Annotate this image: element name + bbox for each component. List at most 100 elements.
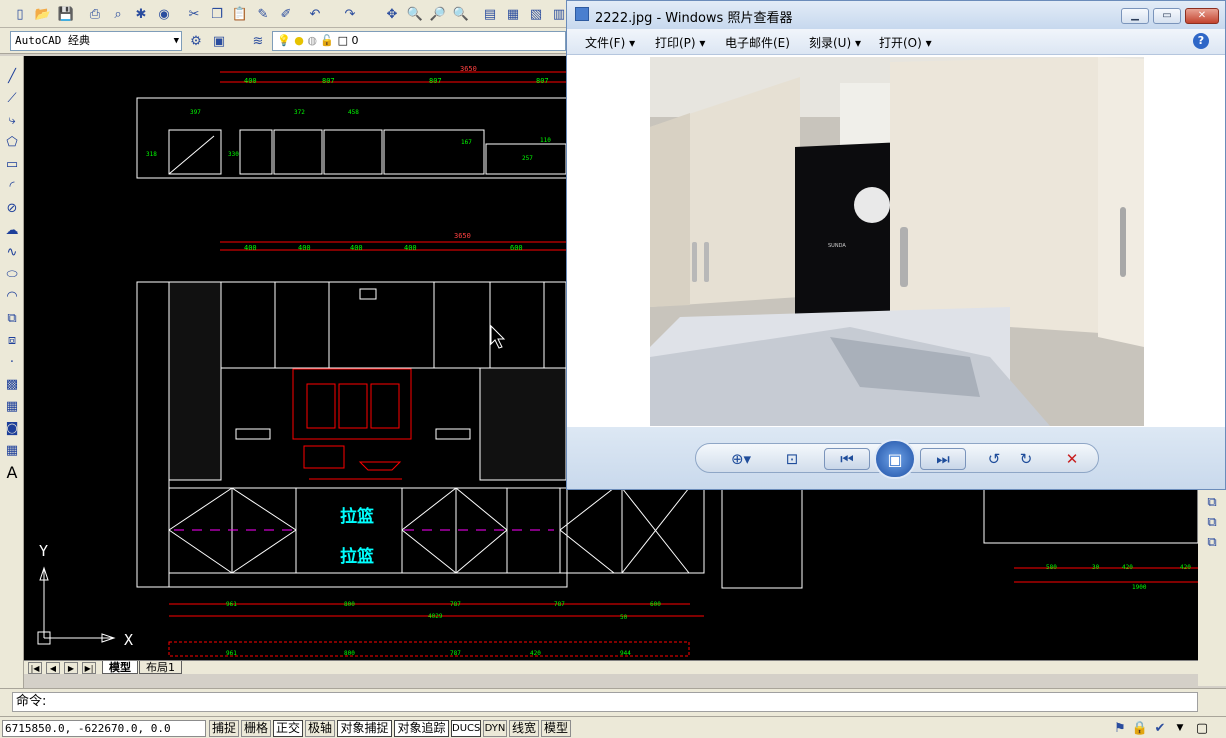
dim-mid-0: 400 <box>244 244 257 252</box>
revision-cloud-icon[interactable]: ☁ <box>2 220 22 240</box>
plot-icon[interactable]: ◉ <box>154 4 174 24</box>
dim-top-overall: 3650 <box>460 65 477 73</box>
rectangle-icon[interactable]: ▭ <box>2 154 22 174</box>
status-menu-arrow-icon[interactable]: ▼ <box>1170 718 1190 738</box>
lineweight-toggle[interactable]: 线宽 <box>509 720 539 737</box>
menu-email[interactable]: 电子邮件(E) <box>725 34 790 51</box>
gradient-icon[interactable]: ▦ <box>2 396 22 416</box>
dim-small-3: 257 <box>522 155 533 162</box>
bring-front-icon[interactable]: ⧉ <box>1202 512 1222 532</box>
tab-model[interactable]: 模型 <box>102 661 138 674</box>
menu-file[interactable]: 文件(F) ▾ <box>585 34 635 51</box>
communication-center-icon[interactable]: ⚑ <box>1110 718 1130 738</box>
dyn-toggle[interactable]: DYN <box>483 720 507 737</box>
make-block-icon[interactable]: ⧈ <box>2 330 22 350</box>
viewer-title-bar[interactable]: 2222.jpg - Windows 照片查看器 ▁ ▭ ✕ <box>567 1 1225 29</box>
tab-layout1[interactable]: 布局1 <box>139 661 182 674</box>
properties-icon[interactable]: ▤ <box>480 4 500 24</box>
cut-icon[interactable]: ✂ <box>184 4 204 24</box>
menu-burn[interactable]: 刻录(U) ▾ <box>809 34 861 51</box>
redo-icon[interactable]: ↷ <box>340 4 360 24</box>
lock-ui-icon[interactable]: 🔒 <box>1130 718 1150 738</box>
basket-label-1: 拉篮 <box>340 506 374 527</box>
ellipse-icon[interactable]: ⬭ <box>2 264 22 284</box>
minimize-button[interactable]: ▁ <box>1121 8 1149 24</box>
polar-toggle[interactable]: 极轴 <box>305 720 335 737</box>
workspace-select[interactable]: AutoCAD 经典 ▼ <box>10 31 182 51</box>
zoom-previous-icon[interactable]: 🔍 <box>451 4 471 24</box>
open-folder-icon[interactable]: 📂 <box>33 4 53 24</box>
dim-bottom-overall: 4029 <box>428 613 443 620</box>
region-icon[interactable]: ◙ <box>2 418 22 438</box>
hatch-icon[interactable]: ▩ <box>2 374 22 394</box>
block-editor-icon[interactable]: ✐ <box>276 4 296 24</box>
clean-screen-icon[interactable]: ▢ <box>1192 718 1212 738</box>
dim-bottom-2: 787 <box>450 601 461 608</box>
match-properties-icon[interactable]: ✎ <box>253 4 273 24</box>
drawing-order-icon[interactable]: ⧉ <box>1202 492 1222 512</box>
rotate-counterclockwise-icon[interactable]: ↺ <box>982 448 1006 470</box>
undo-icon[interactable]: ↶ <box>305 4 325 24</box>
tool-palettes-icon[interactable]: ▧ <box>526 4 546 24</box>
dim-bottom-small: 50 <box>620 614 628 621</box>
last-tab-icon[interactable]: ▶| <box>82 662 96 674</box>
next-icon[interactable]: ⏭ <box>920 448 966 470</box>
slideshow-button[interactable]: ▣ <box>874 439 916 479</box>
osnap-toggle[interactable]: 对象捕捉 <box>337 720 392 737</box>
polyline-icon[interactable]: ⤷ <box>2 110 22 130</box>
ducs-toggle[interactable]: DUCS <box>451 720 481 737</box>
prev-tab-icon[interactable]: ◀ <box>46 662 60 674</box>
print-preview-icon[interactable]: ⌕ <box>108 4 128 24</box>
menu-print[interactable]: 打印(P) ▾ <box>655 34 705 51</box>
actual-size-icon[interactable]: ⊡ <box>778 448 806 470</box>
point-icon[interactable]: · <box>2 352 22 372</box>
send-back-icon[interactable]: ⧉ <box>1202 532 1222 552</box>
ortho-toggle[interactable]: 正交 <box>273 720 303 737</box>
copy-icon[interactable]: ❐ <box>207 4 227 24</box>
zoom-window-icon[interactable]: 🔎 <box>428 4 448 24</box>
circle-icon[interactable]: ⊘ <box>2 198 22 218</box>
coordinate-readout: 6715850.0, -622670.0, 0.0 <box>2 720 206 737</box>
otrack-toggle[interactable]: 对象追踪 <box>394 720 449 737</box>
design-center-icon[interactable]: ▦ <box>503 4 523 24</box>
help-icon[interactable]: ? <box>1193 33 1209 49</box>
first-tab-icon[interactable]: |◀ <box>28 662 42 674</box>
dim-small-1: 372 <box>294 109 305 116</box>
workspace-settings-icon[interactable]: ⚙ <box>186 31 206 51</box>
grid-toggle[interactable]: 栅格 <box>241 720 271 737</box>
save-icon[interactable]: 💾 <box>56 4 76 24</box>
zoom-realtime-icon[interactable]: 🔍 <box>405 4 425 24</box>
polygon-icon[interactable]: ⬠ <box>2 132 22 152</box>
arc-icon[interactable]: ◜ <box>2 176 22 196</box>
viewer-title: 2222.jpg - Windows 照片查看器 <box>595 11 793 26</box>
spline-icon[interactable]: ∿ <box>2 242 22 262</box>
new-file-icon[interactable]: ▯ <box>10 4 30 24</box>
zoom-icon[interactable]: ⊕▾ <box>724 448 758 470</box>
paste-icon[interactable]: 📋 <box>230 4 250 24</box>
workspace-layer-toolbar: AutoCAD 经典 ▼ ⚙ ▣ ≋ 💡 ● ◍ 🔓 □ 0 <box>0 28 566 54</box>
command-input[interactable]: 命令: <box>12 692 1198 712</box>
publish-icon[interactable]: ✱ <box>131 4 151 24</box>
construction-line-icon[interactable]: ⟋ <box>2 88 22 108</box>
model-toggle[interactable]: 模型 <box>541 720 571 737</box>
rotate-clockwise-icon[interactable]: ↻ <box>1014 448 1038 470</box>
print-icon[interactable]: ⎙ <box>85 4 105 24</box>
layer-select[interactable]: 💡 ● ◍ 🔓 □ 0 <box>272 31 566 51</box>
pan-icon[interactable]: ✥ <box>382 4 402 24</box>
multiline-text-icon[interactable]: A <box>2 462 22 482</box>
delete-icon[interactable]: ✕ <box>1060 448 1084 470</box>
snap-toggle[interactable]: 捕捉 <box>209 720 239 737</box>
freeze-viewport-icon: ◍ <box>307 34 317 47</box>
line-icon[interactable]: ╱ <box>2 66 22 86</box>
maximize-button[interactable]: ▭ <box>1153 8 1181 24</box>
layer-manager-icon[interactable]: ≋ <box>248 31 268 51</box>
ellipse-arc-icon[interactable]: ◠ <box>2 286 22 306</box>
insert-block-icon[interactable]: ⧉ <box>2 308 22 328</box>
menu-open[interactable]: 打开(O) ▾ <box>879 34 932 51</box>
table-icon[interactable]: ▦ <box>2 440 22 460</box>
previous-icon[interactable]: ⏮ <box>824 448 870 470</box>
next-tab-icon[interactable]: ▶ <box>64 662 78 674</box>
close-button[interactable]: ✕ <box>1185 8 1219 24</box>
trusted-icon[interactable]: ✔ <box>1150 718 1170 738</box>
workspace-save-icon[interactable]: ▣ <box>209 31 229 51</box>
